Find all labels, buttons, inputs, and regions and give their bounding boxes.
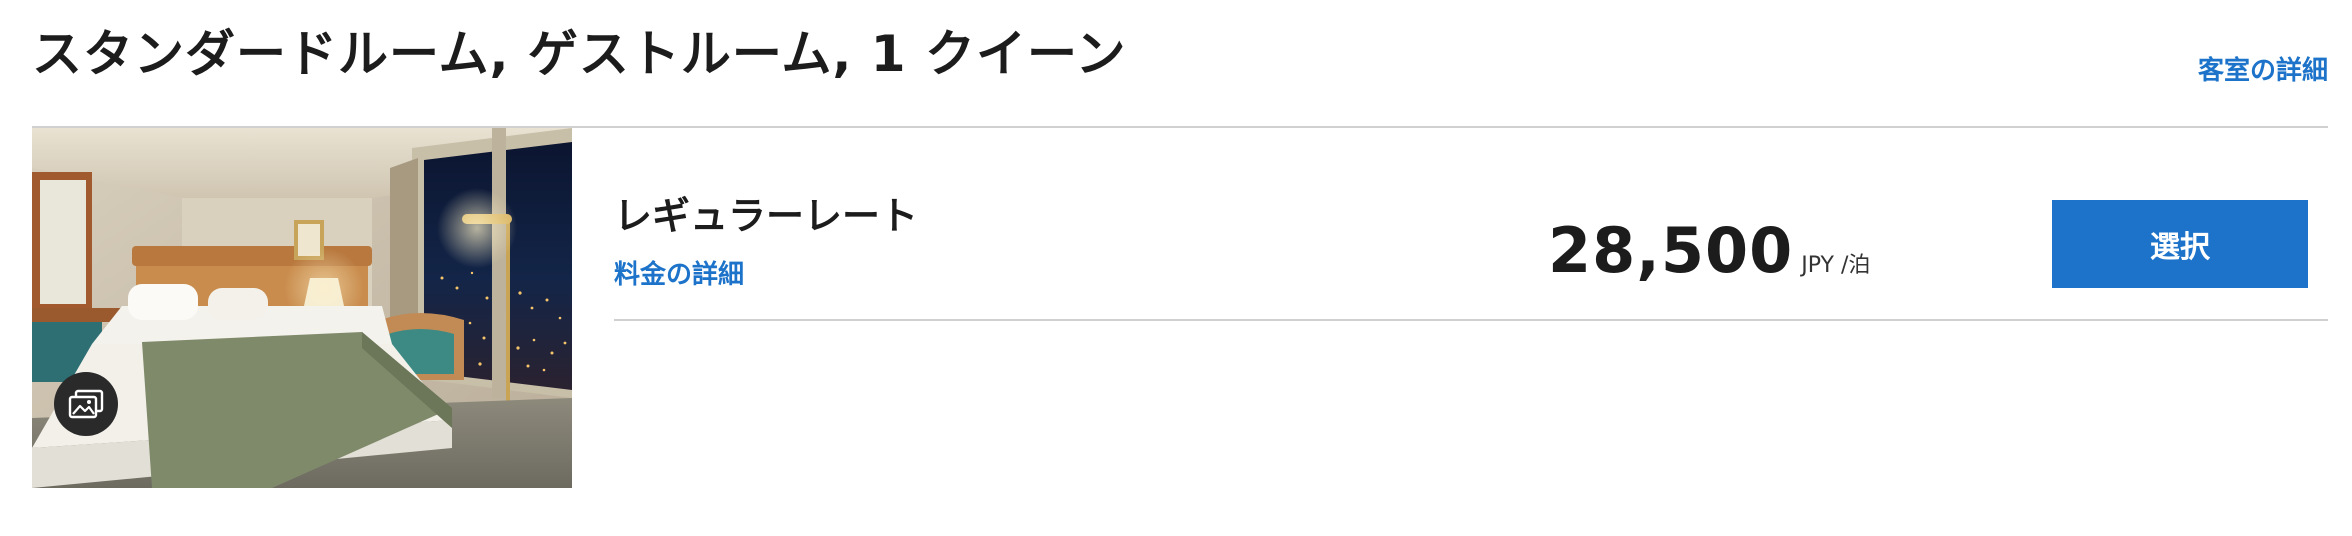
room-photo[interactable] xyxy=(32,128,572,488)
price: 28,500 JPY /泊 xyxy=(1548,214,1870,287)
divider xyxy=(614,319,2328,321)
room-photo-image xyxy=(32,128,572,488)
rate-details-link[interactable]: 料金の詳細 xyxy=(614,254,744,291)
gallery-button[interactable] xyxy=(54,372,118,436)
image-gallery-icon xyxy=(68,389,104,419)
price-unit: JPY /泊 xyxy=(1801,253,1871,278)
room-details-link[interactable]: 客室の詳細 xyxy=(2198,50,2328,87)
rate-name: レギュラーレート xyxy=(614,194,919,238)
price-amount: 28,500 xyxy=(1548,214,1794,287)
room-title: スタンダードルーム, ゲストルーム, 1 クイーン xyxy=(32,25,1127,83)
select-button[interactable]: 選択 xyxy=(2052,200,2308,288)
